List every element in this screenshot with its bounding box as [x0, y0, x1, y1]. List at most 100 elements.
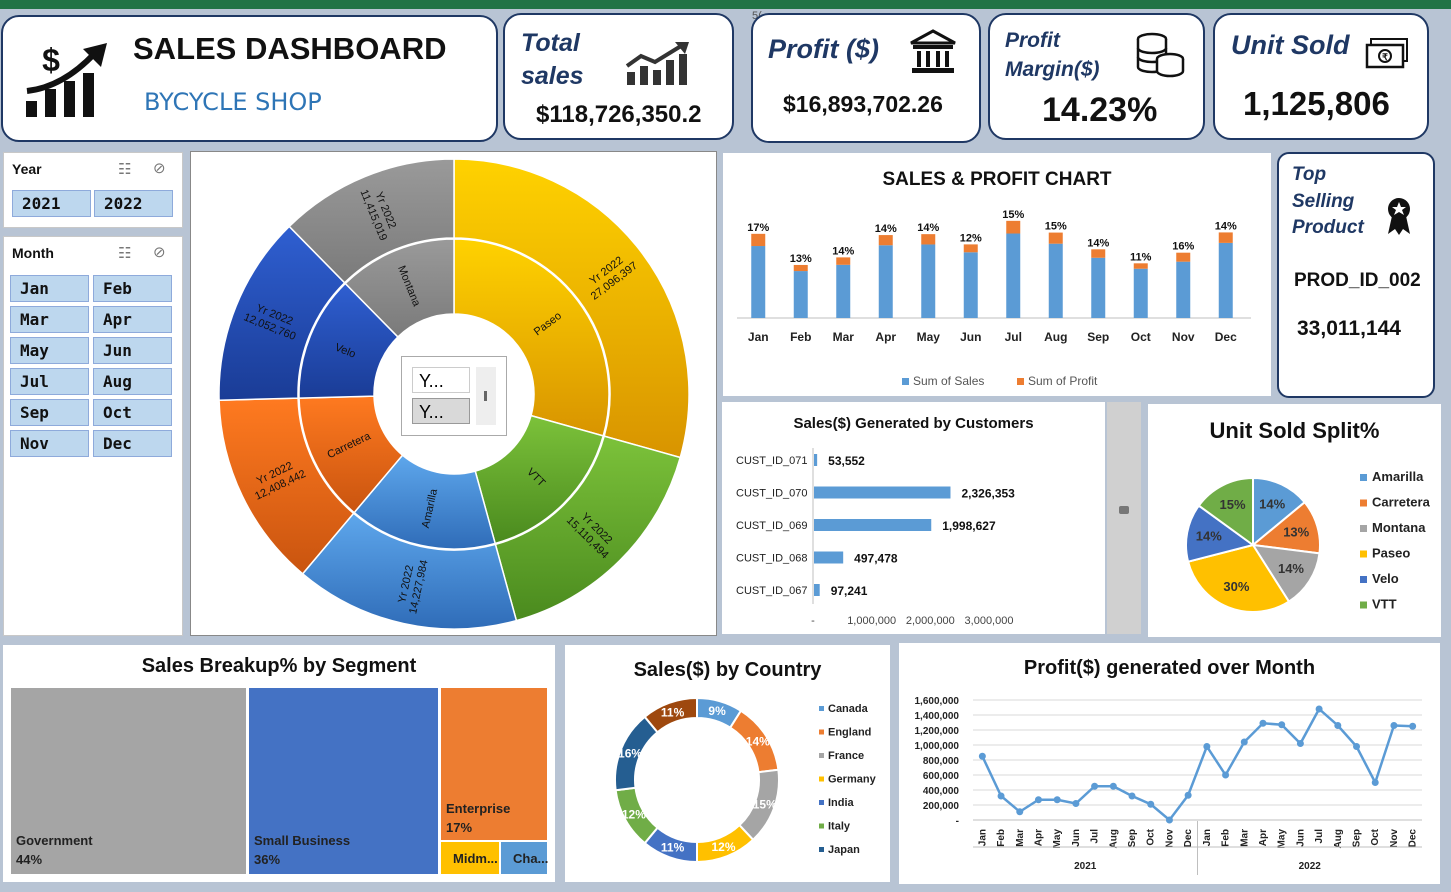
- kpi-total-sales: Total sales $118,726,350.2: [503, 13, 734, 140]
- sales-bar: [1133, 268, 1148, 318]
- profit-point: [1390, 722, 1398, 729]
- legend-swatch: [819, 847, 824, 852]
- y-tick-label: 800,000: [923, 756, 960, 767]
- profit-point: [1109, 782, 1117, 790]
- y-tick-label: 1,000,000: [915, 741, 960, 752]
- month-tick-label: Oct: [1370, 828, 1381, 845]
- month-tick-label: Dec: [1183, 829, 1194, 848]
- filter-button-1[interactable]: Y...: [412, 367, 470, 393]
- top-selling-card: Top Selling Product PROD_ID_002 33,011,1…: [1277, 152, 1435, 398]
- profit-point: [1203, 743, 1211, 750]
- filter-scrollbar[interactable]: [476, 367, 496, 425]
- x-tick-label: -: [811, 615, 815, 627]
- month-tick-label: Nov: [1172, 330, 1195, 344]
- slicer-month-mar[interactable]: Mar: [10, 306, 89, 333]
- clear-filter-icon[interactable]: ⊘: [153, 243, 166, 261]
- customer-value-label: 53,552: [828, 454, 865, 468]
- profit-bar: [1048, 232, 1063, 244]
- legend-swatch: [1360, 576, 1367, 583]
- customer-value-label: 1,998,627: [942, 519, 996, 533]
- month-tick-label: Nov: [1389, 829, 1400, 848]
- vertical-scrollbar[interactable]: [1107, 402, 1141, 634]
- slicer-month-sep[interactable]: Sep: [10, 399, 89, 426]
- customer-tick-label: CUST_ID_069: [736, 520, 808, 532]
- slicer-month-aug[interactable]: Aug: [93, 368, 172, 395]
- profit-point: [1334, 722, 1342, 729]
- y-tick-label: 600,000: [923, 771, 960, 782]
- filter-button-2[interactable]: Y...: [412, 398, 470, 424]
- profit-bar: [793, 264, 808, 272]
- kpi-margin-title1: Profit: [1005, 29, 1060, 52]
- profit-point: [1353, 743, 1361, 750]
- profit-bar: [963, 244, 978, 253]
- customer-tick-label: CUST_ID_071: [736, 455, 808, 467]
- y-tick-label: 1,400,000: [915, 711, 960, 722]
- margin-data-label: 17%: [747, 222, 769, 234]
- slicer-month-jun[interactable]: Jun: [93, 337, 172, 364]
- year-group-label: 2021: [1074, 861, 1097, 872]
- growth-chart-icon: $: [26, 42, 107, 117]
- legend-label: Montana: [1372, 520, 1426, 535]
- legend-label: VTT: [1372, 597, 1397, 612]
- sales-bar: [963, 252, 978, 318]
- customer-tick-label: CUST_ID_067: [736, 585, 808, 597]
- treemap-category-label: Cha...: [513, 851, 548, 866]
- legend-swatch: [1360, 525, 1367, 532]
- kpi-profit-margin: Profit Margin($) 14.23%: [988, 13, 1205, 140]
- profit-point: [1240, 738, 1248, 746]
- y-tick-label: -: [956, 816, 959, 827]
- slicer-month-feb[interactable]: Feb: [93, 275, 172, 302]
- customer-value-label: 2,326,353: [961, 487, 1015, 501]
- slicer-month-jan[interactable]: Jan: [10, 275, 89, 302]
- profit-bar: [1006, 220, 1021, 234]
- x-tick-label: 2,000,000: [906, 615, 955, 627]
- month-tick-label: Mar: [1015, 829, 1026, 847]
- month-tick-label: Jun: [1295, 829, 1306, 847]
- slicer-year-2022[interactable]: 2022: [94, 190, 173, 217]
- customer-value-label: 497,478: [854, 552, 898, 566]
- margin-data-label: 14%: [917, 222, 939, 234]
- kpi-margin-value: 14.23%: [1042, 91, 1158, 129]
- legend-label: Italy: [828, 821, 851, 833]
- profit-point: [1016, 808, 1024, 816]
- customer-tick-label: CUST_ID_068: [736, 553, 808, 565]
- y-tick-label: 400,000: [923, 786, 960, 797]
- top-product-value: 33,011,144: [1297, 317, 1401, 340]
- slicer-month-dec[interactable]: Dec: [93, 430, 172, 457]
- sales-bar: [878, 245, 893, 318]
- month-tick-label: Mar: [1239, 829, 1250, 847]
- customers-bar-chart: CUST_ID_071 53,552 CUST_ID_070 2,326,353 CUS…: [736, 448, 1015, 627]
- page-title: SALES DASHBOARD: [133, 31, 447, 66]
- slicer-month-apr[interactable]: Apr: [93, 306, 172, 333]
- margin-data-label: 14%: [1215, 220, 1237, 232]
- customers-panel: Sales($) Generated by Customers CUST_ID_…: [722, 402, 1105, 634]
- svg-text:$: $: [42, 42, 60, 78]
- top-product-id: PROD_ID_002: [1294, 270, 1421, 291]
- trend-up-icon: [625, 42, 689, 85]
- year-slicer: Year ☷ ⊘ 2021 2022: [3, 152, 183, 228]
- month-tick-label: Feb: [1221, 829, 1232, 847]
- multi-select-icon[interactable]: ☷: [118, 160, 131, 178]
- donut-data-label: 14%: [746, 734, 770, 748]
- year-slicer-title: Year: [12, 161, 42, 177]
- sales-bar: [1176, 261, 1191, 318]
- profit-point: [997, 792, 1005, 800]
- legend-profit-label: Sum of Profit: [1028, 374, 1098, 388]
- month-tick-label: Apr: [875, 330, 896, 344]
- sales-bar: [1006, 233, 1021, 318]
- slicer-year-2021[interactable]: 2021: [12, 190, 91, 217]
- slicer-month-may[interactable]: May: [10, 337, 89, 364]
- legend-swatch: [819, 800, 824, 805]
- slicer-month-jul[interactable]: Jul: [10, 368, 89, 395]
- legend-label: Germany: [828, 774, 877, 786]
- multi-select-icon[interactable]: ☷: [118, 244, 131, 262]
- year-group-label: 2022: [1299, 861, 1322, 872]
- month-tick-label: Dec: [1215, 330, 1237, 344]
- slicer-month-oct[interactable]: Oct: [93, 399, 172, 426]
- slicer-month-nov[interactable]: Nov: [10, 430, 89, 457]
- month-tick-label: Aug: [1108, 829, 1119, 848]
- profit-bar: [878, 235, 893, 246]
- month-tick-label: Jul: [1005, 330, 1022, 344]
- bank-icon: [910, 29, 956, 73]
- clear-filter-icon[interactable]: ⊘: [153, 159, 166, 177]
